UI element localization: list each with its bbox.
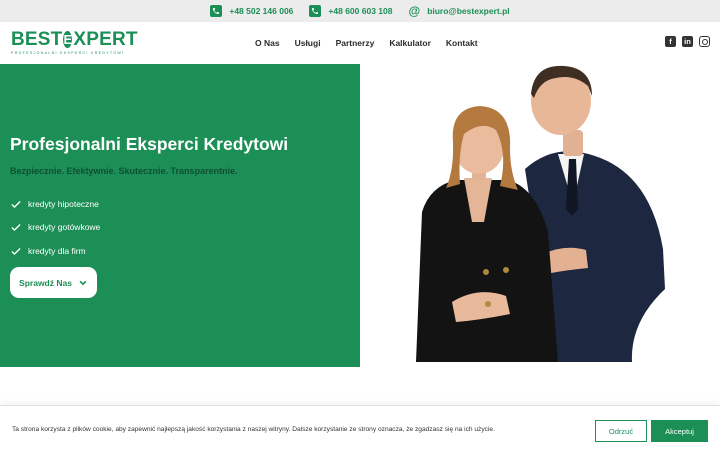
facebook-icon[interactable]: f	[665, 36, 676, 47]
phone-link-1[interactable]: +48 502 146 006	[210, 5, 293, 17]
hero-panel: Profesjonalni Eksperci Kredytowi Bezpiec…	[0, 64, 360, 367]
accept-cookies-button[interactable]: Akceptuj	[651, 420, 708, 442]
linkedin-icon[interactable]: in	[682, 36, 693, 47]
logo-subtitle: PROFESJONALNI EKSPERCI KREDYTOWI	[11, 51, 125, 55]
nav-item-o-nas[interactable]: O Nas	[255, 38, 280, 48]
feature-list: kredyty hipoteczne kredyty gotówkowe kre…	[10, 192, 100, 263]
hero-tagline: Bezpiecznie. Efektywnie. Skutecznie. Tra…	[10, 166, 238, 176]
phone-icon	[309, 5, 322, 17]
check-icon	[11, 247, 21, 255]
chevron-down-icon	[79, 280, 87, 285]
logo-text-best: BEST	[11, 29, 63, 50]
feature-item: kredyty dla firm	[10, 239, 100, 263]
logo[interactable]: BEST E XPERT PROFESJONALNI EKSPERCI KREDYT…	[11, 29, 138, 58]
check-icon	[11, 200, 21, 208]
cookie-text: Ta strona korzysta z plików cookie, aby …	[12, 426, 495, 433]
email-link[interactable]: @ biuro@bestexpert.pl	[408, 5, 509, 17]
feature-label: kredyty gotówkowe	[28, 222, 101, 233]
instagram-icon[interactable]	[699, 36, 710, 47]
phone-text-2: +48 600 603 108	[328, 6, 393, 16]
hero-photo	[360, 64, 720, 367]
feature-item: kredyty hipoteczne	[10, 192, 100, 216]
email-text: biuro@bestexpert.pl	[427, 6, 510, 16]
feature-item: kredyty gotówkowe	[10, 216, 100, 240]
hero-title: Profesjonalni Eksperci Kredytowi	[10, 134, 289, 154]
nav-item-uslugi[interactable]: Usługi	[295, 38, 321, 48]
logo-e-badge: E	[63, 31, 73, 48]
nav-item-kontakt[interactable]: Kontakt	[446, 38, 478, 48]
nav-item-partnerzy[interactable]: Partnerzy	[336, 38, 375, 48]
advisors-photo	[416, 65, 665, 362]
site-header: BEST E XPERT PROFESJONALNI EKSPERCI KREDYT…	[0, 22, 720, 64]
check-us-button[interactable]: Sprawdź Nas	[10, 267, 97, 298]
logo-wordmark: BEST E XPERT	[11, 29, 138, 50]
logo-text-xpert: XPERT	[73, 29, 138, 50]
reject-cookies-button[interactable]: Odrzuć	[595, 420, 647, 442]
check-icon	[11, 224, 21, 232]
phone-link-2[interactable]: +48 600 603 108	[309, 5, 392, 17]
check-us-label: Sprawdź Nas	[19, 277, 72, 288]
nav-item-kalkulator[interactable]: Kalkulator	[389, 38, 431, 48]
feature-label: kredyty dla firm	[28, 245, 86, 256]
contact-bar: +48 502 146 006 +48 600 603 108 @ biuro@…	[0, 0, 720, 22]
cookie-banner: Ta strona korzysta z plików cookie, aby …	[0, 405, 720, 450]
page: +48 502 146 006 +48 600 603 108 @ biuro@…	[0, 0, 720, 450]
phone-text-1: +48 502 146 006	[229, 6, 294, 16]
phone-icon	[210, 5, 223, 17]
social-links: f in	[665, 36, 710, 47]
feature-label: kredyty hipoteczne	[28, 198, 99, 209]
email-icon: @	[408, 4, 421, 18]
main-nav: O Nas Usługi Partnerzy Kalkulator Kontak…	[255, 38, 478, 48]
